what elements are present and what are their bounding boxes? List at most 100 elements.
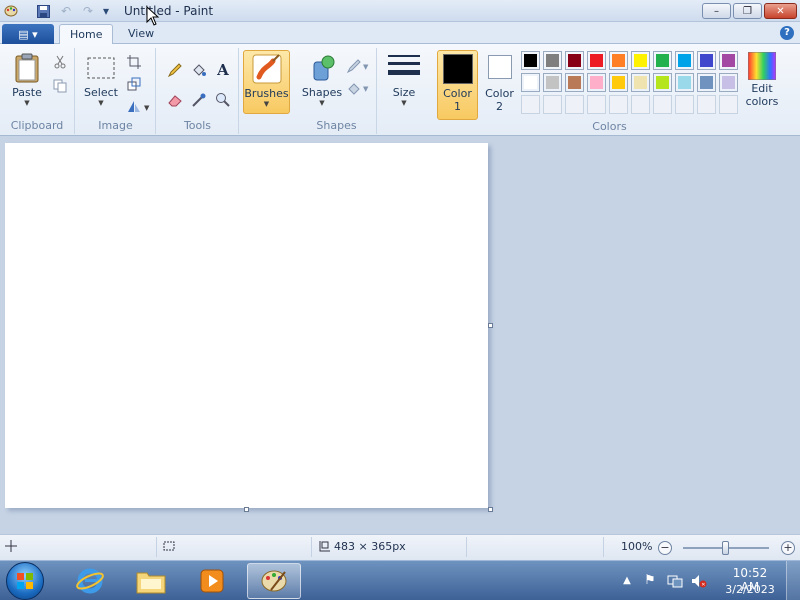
- cut-icon[interactable]: [50, 52, 70, 72]
- palette-swatch[interactable]: [697, 73, 716, 92]
- palette-swatch[interactable]: [565, 51, 584, 70]
- palette-swatch[interactable]: [543, 95, 562, 114]
- palette-swatch[interactable]: [587, 73, 606, 92]
- image-group-label: Image: [98, 119, 133, 132]
- palette-swatch[interactable]: [565, 73, 584, 92]
- canvas-workspace: [0, 137, 800, 534]
- palette-swatch-color: [656, 76, 669, 89]
- text-tool-icon[interactable]: A: [213, 60, 233, 80]
- palette-swatch[interactable]: [631, 95, 650, 114]
- customize-qat-button[interactable]: ▾: [98, 3, 114, 19]
- palette-swatch[interactable]: [719, 73, 738, 92]
- magnifier-icon[interactable]: [213, 90, 233, 110]
- palette-swatch[interactable]: [609, 51, 628, 70]
- palette-swatch[interactable]: [521, 51, 540, 70]
- undo-icon[interactable]: ↶: [58, 3, 74, 19]
- colors-group-label: Colors: [592, 120, 627, 133]
- edit-colors-button[interactable]: Edit colors: [744, 52, 780, 108]
- palette-swatch[interactable]: [631, 73, 650, 92]
- fill-bucket-icon[interactable]: [189, 60, 209, 80]
- palette-swatch[interactable]: [565, 95, 584, 114]
- zoom-out-button[interactable]: −: [658, 541, 672, 555]
- palette-swatch[interactable]: [719, 95, 738, 114]
- palette-swatch-color: [568, 54, 581, 67]
- canvas-resize-handle-bottom[interactable]: [244, 507, 249, 512]
- show-hidden-icons-icon[interactable]: ▲: [619, 573, 635, 589]
- copy-icon[interactable]: [50, 76, 70, 96]
- zoom-level: 100%: [621, 540, 653, 553]
- palette-swatch[interactable]: [697, 51, 716, 70]
- resize-icon[interactable]: [124, 74, 144, 94]
- select-button[interactable]: Select ▼: [82, 52, 120, 107]
- color-picker-icon[interactable]: [189, 90, 209, 110]
- palette-swatch[interactable]: [543, 73, 562, 92]
- svg-text:✕: ✕: [701, 582, 705, 588]
- close-button[interactable]: ✕: [764, 3, 797, 19]
- ribbon-tab-row: ▤ ▾ Home View ?: [0, 22, 800, 45]
- minimize-button[interactable]: –: [702, 3, 731, 19]
- zoom-in-button[interactable]: +: [781, 541, 795, 555]
- canvas-resize-handle-right[interactable]: [488, 323, 493, 328]
- select-rectangle-icon: [87, 57, 115, 79]
- palette-swatch-color: [722, 54, 735, 67]
- palette-swatch[interactable]: [653, 73, 672, 92]
- volume-muted-icon[interactable]: ✕: [691, 573, 707, 589]
- palette-swatch[interactable]: [631, 51, 650, 70]
- zoom-slider-thumb[interactable]: [722, 541, 729, 555]
- palette-swatch[interactable]: [521, 95, 540, 114]
- size-button[interactable]: Size ▼: [384, 52, 424, 107]
- palette-swatch[interactable]: [653, 51, 672, 70]
- shapes-button[interactable]: Shapes ▼: [301, 52, 343, 107]
- outline-icon[interactable]: ▼: [345, 56, 371, 76]
- internet-explorer-icon: [76, 568, 104, 594]
- color1-button[interactable]: Color 1: [437, 50, 478, 120]
- palette-swatch[interactable]: [543, 51, 562, 70]
- taskbar-paint[interactable]: [247, 563, 301, 599]
- palette-swatch[interactable]: [675, 51, 694, 70]
- color2-button[interactable]: Color 2: [481, 53, 518, 113]
- palette-swatch[interactable]: [609, 95, 628, 114]
- chevron-down-icon: ▼: [319, 99, 325, 107]
- tab-home[interactable]: Home: [59, 24, 114, 45]
- palette-swatch[interactable]: [609, 73, 628, 92]
- save-icon[interactable]: [35, 3, 51, 19]
- paint-menu-button[interactable]: ▤ ▾: [2, 24, 54, 44]
- media-player-icon: [200, 569, 224, 593]
- palette-swatch[interactable]: [697, 95, 716, 114]
- taskbar-file-explorer[interactable]: [124, 563, 178, 599]
- crop-icon[interactable]: [124, 52, 144, 72]
- palette-swatch[interactable]: [587, 95, 606, 114]
- palette-swatch-color: [612, 54, 625, 67]
- palette-swatch[interactable]: [587, 51, 606, 70]
- canvas-resize-handle-corner[interactable]: [488, 507, 493, 512]
- start-button[interactable]: [6, 562, 44, 600]
- redo-icon[interactable]: ↷: [80, 3, 96, 19]
- palette-swatch[interactable]: [719, 51, 738, 70]
- action-center-flag-icon[interactable]: ⚑: [642, 573, 658, 589]
- rotate-icon[interactable]: [124, 96, 144, 116]
- tab-view[interactable]: View: [118, 24, 164, 45]
- palette-swatch[interactable]: [675, 95, 694, 114]
- image-group: Select ▼ ▼ Image: [76, 48, 156, 134]
- maximize-button[interactable]: ❐: [733, 3, 762, 19]
- paste-button[interactable]: Paste ▼: [8, 52, 46, 107]
- shapes-icon: [313, 55, 335, 81]
- palette-swatch-color: [524, 54, 537, 67]
- taskbar-internet-explorer[interactable]: [63, 563, 117, 599]
- help-icon[interactable]: ?: [780, 26, 794, 40]
- eraser-icon[interactable]: [165, 90, 185, 110]
- palette-swatch[interactable]: [653, 95, 672, 114]
- taskbar-media-player[interactable]: [185, 563, 239, 599]
- brushes-button[interactable]: Brushes ▼: [243, 50, 290, 114]
- network-icon[interactable]: [667, 573, 683, 589]
- folder-icon: [136, 572, 166, 594]
- fill-icon[interactable]: ▼: [345, 78, 371, 98]
- drawing-canvas[interactable]: [5, 143, 488, 508]
- pencil-icon[interactable]: [165, 60, 185, 80]
- paint-palette-icon[interactable]: [3, 3, 19, 19]
- status-divider: [156, 537, 157, 557]
- palette-swatch[interactable]: [675, 73, 694, 92]
- palette-swatch[interactable]: [521, 73, 540, 92]
- show-desktop-button[interactable]: [786, 561, 800, 600]
- clock-date[interactable]: 3/2/2023: [723, 583, 777, 596]
